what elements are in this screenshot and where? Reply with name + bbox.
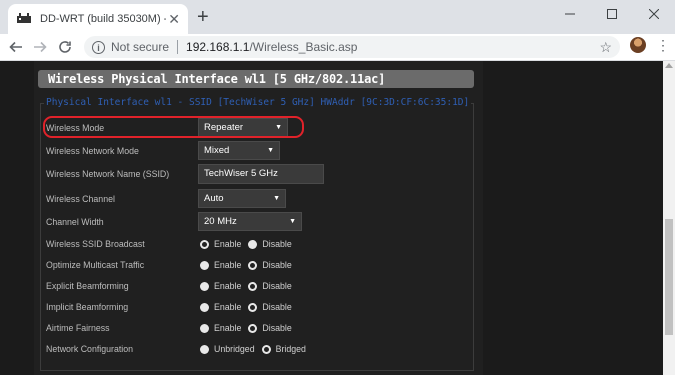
- row-implicit-beamforming: Implicit Beamforming Enable Disable: [46, 297, 466, 317]
- address-url: 192.168.1.1/Wireless_Basic.asp: [186, 40, 357, 54]
- row-network-mode: Wireless Network Mode Mixed ▼: [46, 141, 466, 161]
- row-channel-width: Channel Width 20 MHz ▼: [46, 212, 466, 232]
- implicit-bf-enable-radio[interactable]: [200, 302, 209, 312]
- airtime-fairness-radios: Enable Disable: [200, 318, 299, 338]
- implicit-beamforming-radios: Enable Disable: [200, 297, 299, 317]
- wireless-mode-value: Repeater: [204, 122, 244, 133]
- menu-icon[interactable]: ⋮: [656, 38, 670, 52]
- network-mode-select[interactable]: Mixed ▼: [198, 141, 280, 160]
- channel-width-select[interactable]: 20 MHz ▼: [198, 212, 302, 231]
- explicit-beamforming-radios: Enable Disable: [200, 276, 299, 296]
- ssid-broadcast-radios: Enable Disable: [200, 234, 299, 254]
- radio-label: Enable: [214, 323, 242, 333]
- radio-label: Disable: [262, 239, 292, 249]
- implicit-beamforming-label: Implicit Beamforming: [46, 302, 129, 312]
- explicit-beamforming-label: Explicit Beamforming: [46, 281, 129, 291]
- address-bar[interactable]: i Not secure 192.168.1.1/Wireless_Basic.…: [84, 36, 620, 58]
- star-icon[interactable]: ☆: [599, 39, 612, 56]
- radio-label: Enable: [214, 302, 242, 312]
- network-mode-label: Wireless Network Mode: [46, 146, 139, 156]
- airtime-enable-radio[interactable]: [200, 323, 209, 333]
- network-configuration-radios: Unbridged Bridged: [200, 339, 313, 359]
- minimize-icon[interactable]: [549, 0, 591, 28]
- network-configuration-label: Network Configuration: [46, 344, 134, 354]
- section-header: Wireless Physical Interface wl1 [5 GHz/8…: [38, 70, 474, 88]
- multicast-label: Optimize Multicast Traffic: [46, 260, 145, 270]
- ssid-broadcast-disable-radio[interactable]: [248, 239, 258, 249]
- row-channel: Wireless Channel Auto ▼: [46, 189, 466, 209]
- radio-label: Bridged: [275, 344, 306, 354]
- bridged-radio[interactable]: [261, 344, 271, 354]
- row-wireless-mode: Wireless Mode Repeater ▼: [46, 118, 466, 138]
- multicast-enable-radio[interactable]: [200, 260, 209, 270]
- ssid-input[interactable]: TechWiser 5 GHz: [198, 164, 324, 184]
- radio-label: Enable: [214, 239, 242, 249]
- row-multicast: Optimize Multicast Traffic Enable Disabl…: [46, 255, 466, 275]
- row-airtime-fairness: Airtime Fairness Enable Disable: [46, 318, 466, 338]
- chevron-down-icon: ▼: [267, 147, 274, 154]
- airtime-disable-radio[interactable]: [248, 323, 258, 333]
- new-tab-icon[interactable]: +: [197, 7, 209, 27]
- radio-label: Disable: [262, 302, 292, 312]
- radio-label: Disable: [262, 281, 292, 291]
- favicon-dd-wrt-icon: [16, 11, 32, 27]
- address-path: /Wireless_Basic.asp: [249, 40, 358, 54]
- ssid-broadcast-enable-radio[interactable]: [200, 239, 209, 249]
- row-ssid: Wireless Network Name (SSID) TechWiser 5…: [46, 164, 466, 184]
- content-panel: Wireless Physical Interface wl1 [5 GHz/8…: [34, 61, 483, 375]
- radio-label: Enable: [214, 260, 242, 270]
- tab-title: DD-WRT (build 35030M) - Wirele: [40, 13, 166, 25]
- chevron-down-icon: ▼: [289, 218, 296, 225]
- maximize-icon[interactable]: [591, 0, 633, 28]
- airtime-fairness-label: Airtime Fairness: [46, 323, 110, 333]
- wireless-mode-label: Wireless Mode: [46, 123, 105, 133]
- row-explicit-beamforming: Explicit Beamforming Enable Disable: [46, 276, 466, 296]
- browser-toolbar: i Not secure 192.168.1.1/Wireless_Basic.…: [0, 34, 675, 61]
- row-network-configuration: Network Configuration Unbridged Bridged: [46, 339, 466, 359]
- channel-width-label: Channel Width: [46, 217, 104, 227]
- security-status: Not secure: [111, 40, 170, 54]
- forward-icon[interactable]: [30, 37, 50, 57]
- page-scrollbar[interactable]: [663, 61, 675, 375]
- wireless-mode-select[interactable]: Repeater ▼: [198, 118, 288, 137]
- reload-icon[interactable]: [55, 37, 75, 57]
- avatar[interactable]: [630, 37, 646, 53]
- radio-label: Unbridged: [214, 344, 255, 354]
- close-tab-icon[interactable]: ✕: [168, 11, 180, 27]
- browser-tab[interactable]: DD-WRT (build 35030M) - Wirele ✕: [8, 4, 188, 34]
- explicit-bf-disable-radio[interactable]: [248, 281, 258, 291]
- address-host: 192.168.1.1: [186, 40, 250, 54]
- channel-select[interactable]: Auto ▼: [198, 189, 286, 208]
- multicast-radios: Enable Disable: [200, 255, 299, 275]
- info-icon[interactable]: i: [92, 40, 105, 54]
- back-icon[interactable]: [6, 37, 26, 57]
- ssid-label: Wireless Network Name (SSID): [46, 169, 170, 179]
- chevron-down-icon: ▼: [273, 195, 280, 202]
- scroll-up-icon[interactable]: [665, 63, 673, 68]
- tab-strip: DD-WRT (build 35030M) - Wirele ✕ +: [0, 0, 675, 34]
- ssid-broadcast-label: Wireless SSID Broadcast: [46, 239, 145, 249]
- radio-label: Disable: [262, 260, 292, 270]
- explicit-bf-enable-radio[interactable]: [200, 281, 209, 291]
- chevron-down-icon: ▼: [275, 124, 282, 131]
- radio-label: Enable: [214, 281, 242, 291]
- close-window-icon[interactable]: [633, 0, 675, 28]
- multicast-disable-radio[interactable]: [248, 260, 258, 270]
- network-mode-value: Mixed: [204, 145, 230, 156]
- channel-width-value: 20 MHz: [204, 216, 237, 227]
- scrollbar-thumb[interactable]: [665, 219, 673, 335]
- address-separator: [177, 40, 179, 54]
- page-viewport: Wireless Physical Interface wl1 [5 GHz/8…: [0, 61, 663, 375]
- row-ssid-broadcast: Wireless SSID Broadcast Enable Disable: [46, 234, 466, 254]
- channel-value: Auto: [204, 193, 224, 204]
- fieldset-legend: Physical Interface wl1 - SSID [TechWiser…: [44, 97, 472, 108]
- channel-label: Wireless Channel: [46, 194, 115, 204]
- implicit-bf-disable-radio[interactable]: [248, 302, 258, 312]
- unbridged-radio[interactable]: [200, 344, 209, 354]
- radio-label: Disable: [262, 323, 292, 333]
